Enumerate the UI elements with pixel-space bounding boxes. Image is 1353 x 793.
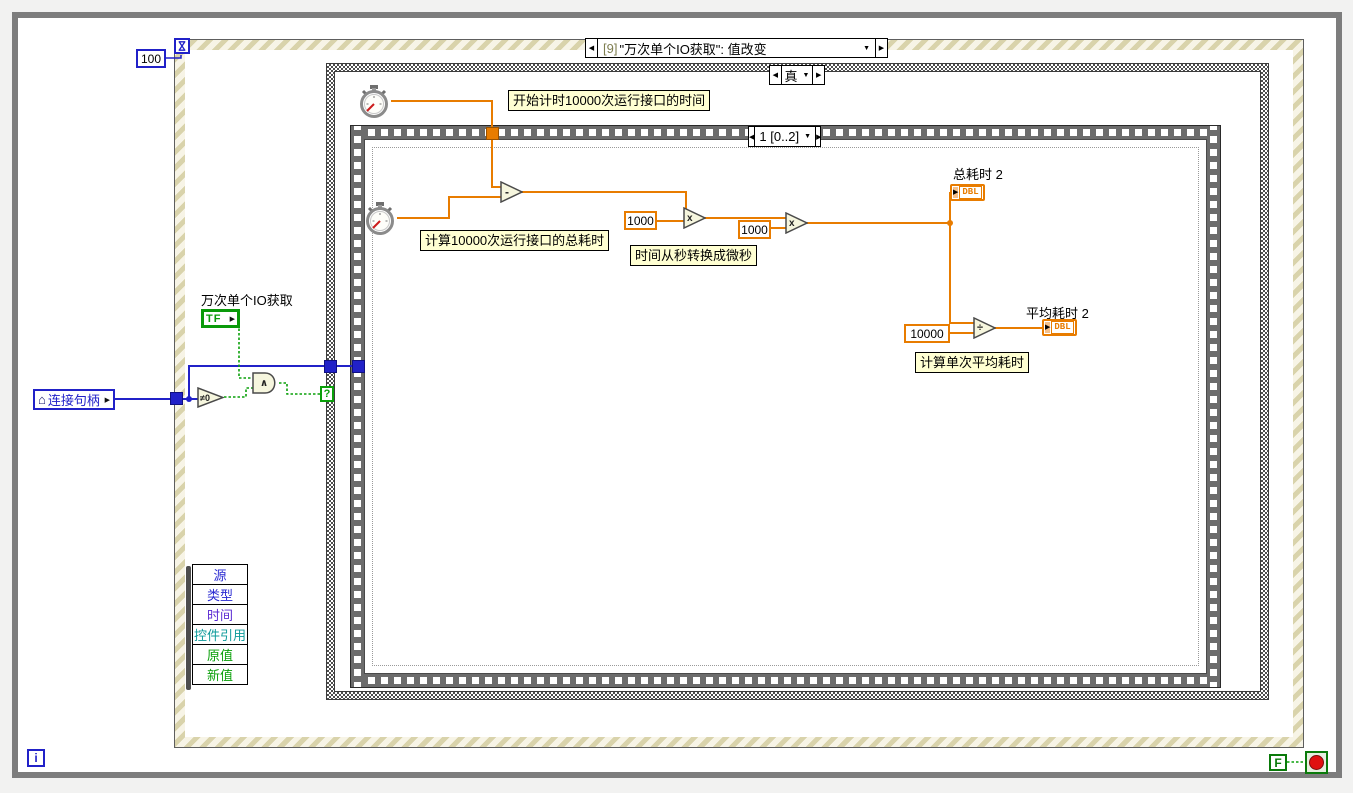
and-node[interactable]: ∧: [252, 372, 279, 394]
case-condition-terminal[interactable]: ?: [320, 386, 334, 402]
stop-sign-icon: [1309, 755, 1324, 770]
indicator-arrow-icon: ▶: [1045, 322, 1051, 333]
wire-junction-dot: [947, 220, 953, 226]
constant-1000-a[interactable]: 1000: [624, 211, 657, 230]
constant-value: 10000: [910, 326, 944, 341]
frame-name: 1 [0..2]: [759, 129, 800, 144]
question-mark: ?: [323, 388, 331, 400]
wire-100-timeout: [166, 55, 182, 59]
case-selector: ◀ 真 ▼ ▶: [769, 65, 825, 85]
multiply-node-2[interactable]: x: [785, 212, 808, 234]
event-data-node[interactable]: 源 类型 时间 控件引用 原值 新值: [186, 564, 248, 690]
event-data-item-type[interactable]: 类型: [192, 584, 248, 605]
case-selector-label[interactable]: 真 ▼: [782, 66, 813, 84]
not-equal-zero-node[interactable]: ≠0: [197, 387, 224, 408]
event-selector-label[interactable]: [9] "万次单个IO获取": 值改变 ▼: [598, 39, 875, 57]
event-prev-button[interactable]: ◀: [586, 39, 598, 57]
and-glyph: ∧: [260, 377, 269, 389]
tick-count-timer-2[interactable]: [363, 201, 397, 235]
case-tunnel-reference[interactable]: [324, 360, 337, 373]
total-time-indicator[interactable]: ▶ DBL: [950, 184, 985, 201]
wire-subtract-multiply1: [522, 191, 687, 214]
event-data-item-oldval[interactable]: 原值: [192, 644, 248, 665]
false-constant[interactable]: F: [1269, 754, 1287, 771]
event-data-node-bar: [186, 566, 191, 690]
constant-value: 1000: [741, 222, 768, 237]
timeout-constant[interactable]: 100: [136, 49, 166, 68]
prev-arrow-icon: ◀: [749, 133, 755, 141]
comment-convert: 时间从秒转换成微秒: [630, 245, 758, 266]
constant-value: 1000: [627, 213, 654, 228]
event-timeout-terminal[interactable]: [174, 38, 190, 54]
loop-stop-terminal[interactable]: [1305, 751, 1328, 774]
tf-badge: TF: [206, 312, 222, 325]
io-bool-control[interactable]: TF ▶: [201, 309, 240, 328]
event-index: [9]: [603, 40, 618, 56]
event-data-item-source[interactable]: 源: [192, 564, 248, 585]
case-name: 真: [784, 68, 798, 84]
prev-arrow-icon: ◀: [772, 72, 778, 79]
event-data-item-newval[interactable]: 新值: [192, 664, 248, 685]
false-value: F: [1274, 755, 1282, 770]
constant-10000[interactable]: 10000: [904, 324, 950, 343]
event-data-item-time[interactable]: 时间: [192, 604, 248, 625]
divide-node[interactable]: ÷: [973, 317, 996, 339]
wire-junction-divide: [949, 223, 974, 324]
comment-total-time: 计算10000次运行接口的总耗时: [420, 230, 610, 251]
event-selector: ◀ [9] "万次单个IO获取": 值改变 ▼ ▶: [585, 38, 888, 58]
sequence-tunnel-numeric[interactable]: [486, 127, 499, 140]
total-time-label: 总耗时 2: [953, 167, 1003, 182]
terminal-arrow-icon: ▶: [104, 396, 110, 404]
sequence-selector-label[interactable]: 1 [0..2] ▼: [755, 127, 815, 146]
wire-timer1-subtract: [391, 100, 501, 188]
hourglass-icon: [178, 41, 186, 51]
multiply-glyph: x: [789, 217, 795, 229]
next-arrow-icon: ▶: [816, 133, 822, 141]
event-title: "万次单个IO获取": 值改变: [619, 41, 767, 57]
case-prev-button[interactable]: ◀: [770, 66, 782, 84]
io-bool-label: 万次单个IO获取: [201, 293, 293, 308]
connection-handle-control[interactable]: ⌂ 连接句柄 ▶: [33, 389, 115, 410]
comment-start-timing: 开始计时10000次运行接口的时间: [508, 90, 711, 111]
average-time-indicator[interactable]: ▶ DBL: [1042, 319, 1077, 336]
prev-arrow-icon: ◀: [588, 45, 595, 52]
block-diagram-canvas: 100 ◀ [9] "万次单个IO获取": 值改变 ▼ ▶ ◀ 真 ▼ ▶ ? …: [0, 0, 1353, 793]
multiply-glyph: x: [687, 212, 693, 224]
neq0-glyph: ≠0: [200, 392, 210, 403]
event-next-button[interactable]: ▶: [875, 39, 887, 57]
iteration-i: i: [34, 751, 38, 765]
multiply-node-1[interactable]: x: [683, 207, 706, 229]
dbl-type-badge: DBL: [959, 186, 982, 199]
dbl-type-badge: DBL: [1051, 321, 1074, 334]
subtract-node[interactable]: -: [500, 181, 523, 203]
indicator-arrow-icon: ▶: [953, 187, 959, 198]
sequence-next-button[interactable]: ▶: [815, 127, 821, 146]
case-next-button[interactable]: ▶: [812, 66, 824, 84]
dropdown-icon[interactable]: ▼: [800, 72, 810, 79]
stopwatch-icon: [360, 85, 388, 118]
event-data-item-ctlref[interactable]: 控件引用: [192, 624, 248, 645]
terminal-arrow-icon: ▶: [229, 315, 235, 323]
wire-neq0-and: [224, 387, 253, 398]
stopwatch-icon: [366, 202, 394, 235]
sequence-tunnel-reference[interactable]: [352, 360, 365, 373]
divide-glyph: ÷: [977, 322, 984, 334]
dropdown-icon[interactable]: ▼: [857, 45, 870, 52]
tick-count-timer-1[interactable]: [357, 84, 391, 118]
house-icon: ⌂: [38, 392, 46, 407]
next-arrow-icon: ▶: [816, 72, 822, 79]
wire-blue-junction-dot: [186, 396, 192, 402]
sequence-selector: ◀ 1 [0..2] ▼ ▶: [748, 126, 821, 147]
constant-1000-b[interactable]: 1000: [738, 220, 771, 239]
wire-timer2-subtract: [397, 196, 501, 219]
loop-iteration-terminal[interactable]: i: [27, 749, 45, 767]
event-tunnel-reference[interactable]: [170, 392, 183, 405]
handle-label: 连接句柄: [47, 393, 100, 408]
subtract-glyph: -: [505, 185, 509, 199]
next-arrow-icon: ▶: [878, 45, 885, 52]
timeout-value: 100: [140, 51, 162, 66]
dropdown-icon[interactable]: ▼: [801, 133, 811, 140]
comment-average: 计算单次平均耗时: [915, 352, 1030, 373]
wire-multiply2-total-indicator: [807, 192, 953, 224]
